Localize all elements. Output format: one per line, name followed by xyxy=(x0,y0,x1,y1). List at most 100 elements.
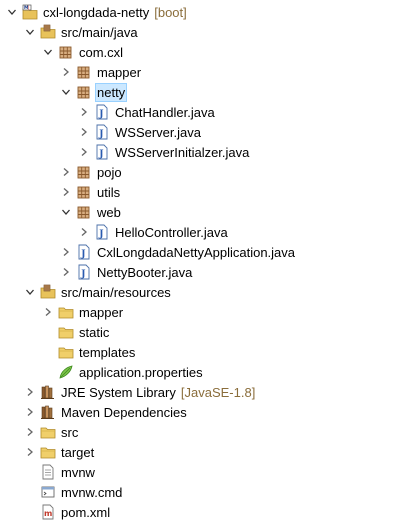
tree-item-label: application.properties xyxy=(79,364,203,380)
chevron-right-icon[interactable] xyxy=(60,164,72,180)
tree-item-mapper[interactable]: mapper xyxy=(0,62,405,82)
project-explorer-tree: M J cxl-longdada-netty [boot] src/main/ja… xyxy=(0,0,405,527)
tree-item-label: JRE System Library xyxy=(61,384,176,400)
tree-item-utils[interactable]: utils xyxy=(0,182,405,202)
tree-item-templates[interactable]: templates xyxy=(0,342,405,362)
chevron-right-icon[interactable] xyxy=(60,264,72,280)
tree-item-target[interactable]: target xyxy=(0,442,405,462)
tree-item-pojo[interactable]: pojo xyxy=(0,162,405,182)
source-folder-icon xyxy=(39,284,56,300)
tree-item-label: mvnw.cmd xyxy=(61,484,123,500)
chevron-right-icon[interactable] xyxy=(42,304,54,320)
cmd-file-icon xyxy=(39,484,56,500)
library-icon xyxy=(39,384,56,400)
tree-item-label: HelloController.java xyxy=(115,224,228,240)
java-file-icon: J xyxy=(75,244,92,260)
tree-item-wsserver-java[interactable]: J WSServer.java xyxy=(0,122,405,142)
chevron-right-icon[interactable] xyxy=(24,404,36,420)
tree-item-chathandler-java[interactable]: J ChatHandler.java xyxy=(0,102,405,122)
chevron-down-icon[interactable] xyxy=(60,204,72,220)
source-folder-icon xyxy=(39,24,56,40)
tree-item-label: src/main/java xyxy=(61,24,138,40)
tree-item-label: CxlLongdadaNettyApplication.java xyxy=(97,244,296,260)
chevron-right-icon[interactable] xyxy=(78,224,90,240)
tree-item-jre-system-library[interactable]: JRE System Library [JavaSE-1.8] xyxy=(0,382,405,402)
svg-text:J: J xyxy=(80,250,85,260)
tree-item-mvnw-cmd[interactable]: mvnw.cmd xyxy=(0,482,405,502)
tree-item-nettybooter-java[interactable]: J NettyBooter.java xyxy=(0,262,405,282)
chevron-down-icon[interactable] xyxy=(42,44,54,60)
tree-item-mvnw[interactable]: mvnw xyxy=(0,462,405,482)
tree-item-maven-dependencies[interactable]: Maven Dependencies xyxy=(0,402,405,422)
library-icon xyxy=(39,404,56,420)
tree-item-web[interactable]: web xyxy=(0,202,405,222)
chevron-right-icon[interactable] xyxy=(78,144,90,160)
package-icon xyxy=(75,184,92,200)
tree-item-label: netty xyxy=(94,82,128,102)
svg-text:J: J xyxy=(98,130,103,140)
java-file-icon: J xyxy=(93,224,110,240)
tree-item-cxllongdadanettyapplication-java[interactable]: J CxlLongdadaNettyApplication.java xyxy=(0,242,405,262)
package-icon xyxy=(75,204,92,220)
chevron-right-icon[interactable] xyxy=(60,184,72,200)
tree-item-label: Maven Dependencies xyxy=(61,404,187,420)
package-icon xyxy=(75,64,92,80)
chevron-right-icon[interactable] xyxy=(78,104,90,120)
svg-text:m: m xyxy=(44,509,52,518)
chevron-right-icon[interactable] xyxy=(24,384,36,400)
tree-item-label: mvnw xyxy=(61,464,95,480)
folder-icon xyxy=(57,344,74,360)
chevron-right-icon[interactable] xyxy=(24,444,36,460)
tree-item-label: web xyxy=(97,204,121,220)
tree-item-application-properties[interactable]: application.properties xyxy=(0,362,405,382)
svg-text:J: J xyxy=(80,270,85,280)
chevron-right-icon[interactable] xyxy=(78,124,90,140)
tree-item-mapper[interactable]: mapper xyxy=(0,302,405,322)
java-file-icon: J xyxy=(93,144,110,160)
tree-item-netty[interactable]: netty xyxy=(0,82,405,102)
tree-item-static[interactable]: static xyxy=(0,322,405,342)
chevron-right-icon[interactable] xyxy=(24,424,36,440)
tree-item-cxl-longdada-netty[interactable]: M J cxl-longdada-netty [boot] xyxy=(0,2,405,22)
package-icon xyxy=(75,84,92,100)
folder-icon xyxy=(39,424,56,440)
tree-item-src[interactable]: src xyxy=(0,422,405,442)
text-file-icon xyxy=(39,464,56,480)
chevron-down-icon[interactable] xyxy=(60,84,72,100)
tree-item-label: mapper xyxy=(97,64,142,80)
tree-item-decoration: [boot] xyxy=(154,4,187,20)
folder-icon xyxy=(57,324,74,340)
tree-item-src-main-java[interactable]: src/main/java xyxy=(0,22,405,42)
tree-item-src-main-resources[interactable]: src/main/resources xyxy=(0,282,405,302)
tree-item-label: WSServer.java xyxy=(115,124,201,140)
tree-item-label: pom.xml xyxy=(61,504,111,520)
tree-item-label: ChatHandler.java xyxy=(115,104,215,120)
tree-item-com-cxl[interactable]: com.cxl xyxy=(0,42,405,62)
tree-item-label: WSServerInitialzer.java xyxy=(115,144,250,160)
tree-item-label: utils xyxy=(97,184,121,200)
svg-text:J: J xyxy=(98,110,103,120)
tree-item-pom-xml[interactable]: m pom.xml xyxy=(0,502,405,522)
tree-item-label: static xyxy=(79,324,110,340)
java-file-icon: J xyxy=(75,264,92,280)
maven-project-icon: M J xyxy=(21,4,38,20)
package-icon xyxy=(75,164,92,180)
chevron-down-icon[interactable] xyxy=(6,4,18,20)
tree-item-label: cxl-longdada-netty xyxy=(43,4,150,20)
tree-item-label: src xyxy=(61,424,79,440)
chevron-down-icon[interactable] xyxy=(24,284,36,300)
chevron-right-icon[interactable] xyxy=(60,244,72,260)
chevron-down-icon[interactable] xyxy=(24,24,36,40)
tree-item-label: mapper xyxy=(79,304,124,320)
tree-item-label: NettyBooter.java xyxy=(97,264,193,280)
tree-item-hellocontroller-java[interactable]: J HelloController.java xyxy=(0,222,405,242)
chevron-right-icon[interactable] xyxy=(60,64,72,80)
tree-item-label: src/main/resources xyxy=(61,284,171,300)
tree-item-wsserverinitialzer-java[interactable]: J WSServerInitialzer.java xyxy=(0,142,405,162)
